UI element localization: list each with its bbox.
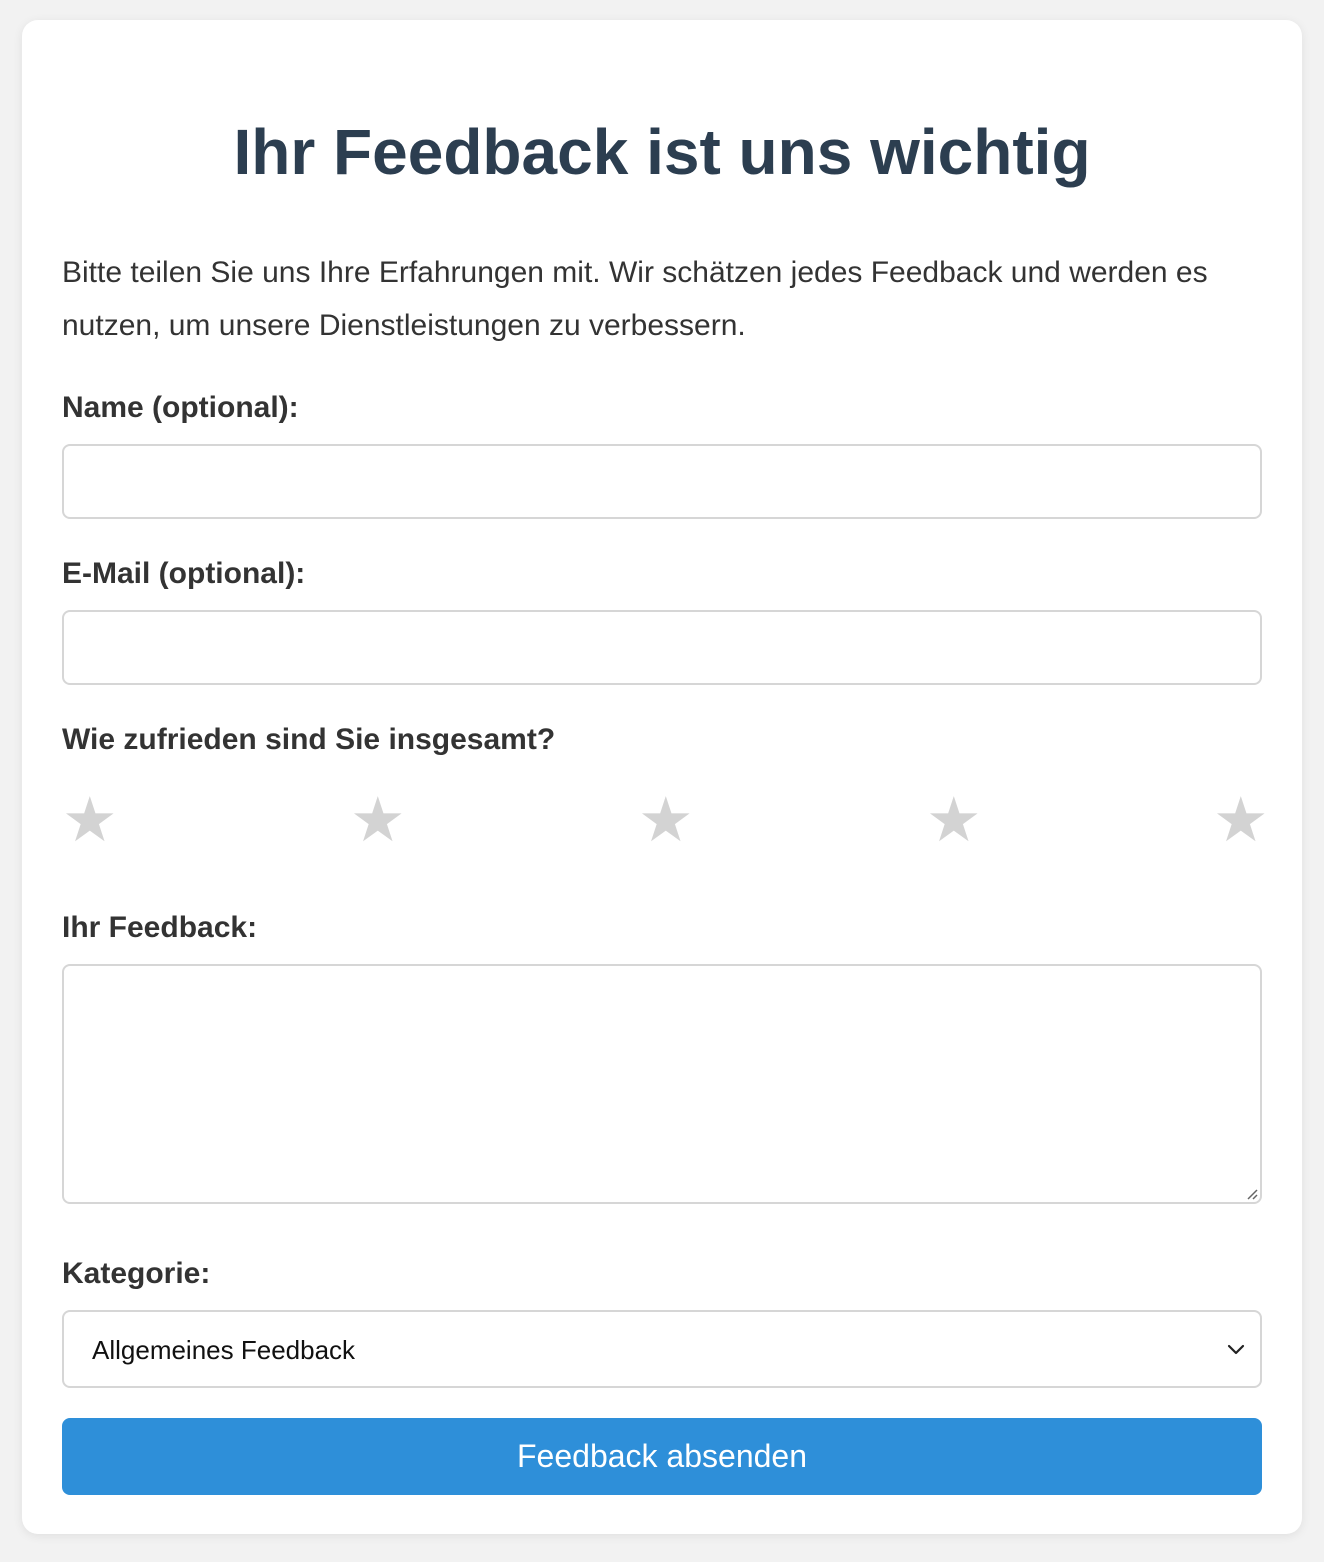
star-icon[interactable]: ★ [638,790,694,852]
submit-feedback-button[interactable]: Feedback absenden [62,1418,1262,1495]
feedback-label: Ihr Feedback: [62,911,258,944]
rating-label: Wie zufrieden sind Sie insgesamt? [62,723,556,756]
star-icon[interactable]: ★ [62,790,118,852]
name-label: Name (optional): [62,391,299,424]
star-icon[interactable]: ★ [350,790,406,852]
intro-text: Bitte teilen Sie uns Ihre Erfahrungen mi… [62,256,1208,342]
star-icon[interactable]: ★ [1213,790,1269,852]
feedback-textarea[interactable] [62,964,1262,1204]
feedback-card: Ihr Feedback ist uns wichtig Bitte teile… [22,20,1302,1534]
star-rating: ★ ★ ★ ★ ★ [62,790,1269,852]
feedback-textarea-wrapper [62,964,1262,1204]
name-input[interactable] [62,444,1262,519]
category-selected-value: Allgemeines Feedback [92,1335,356,1365]
email-label: E-Mail (optional): [62,557,306,590]
email-input[interactable] [62,610,1262,685]
chevron-down-icon [1227,1344,1245,1355]
category-select[interactable]: Allgemeines Feedback [62,1310,1262,1388]
category-label: Kategorie: [62,1257,211,1290]
page-title: Ihr Feedback ist uns wichtig [233,116,1091,188]
star-icon[interactable]: ★ [926,790,982,852]
resize-grip-icon[interactable] [1244,1186,1258,1200]
